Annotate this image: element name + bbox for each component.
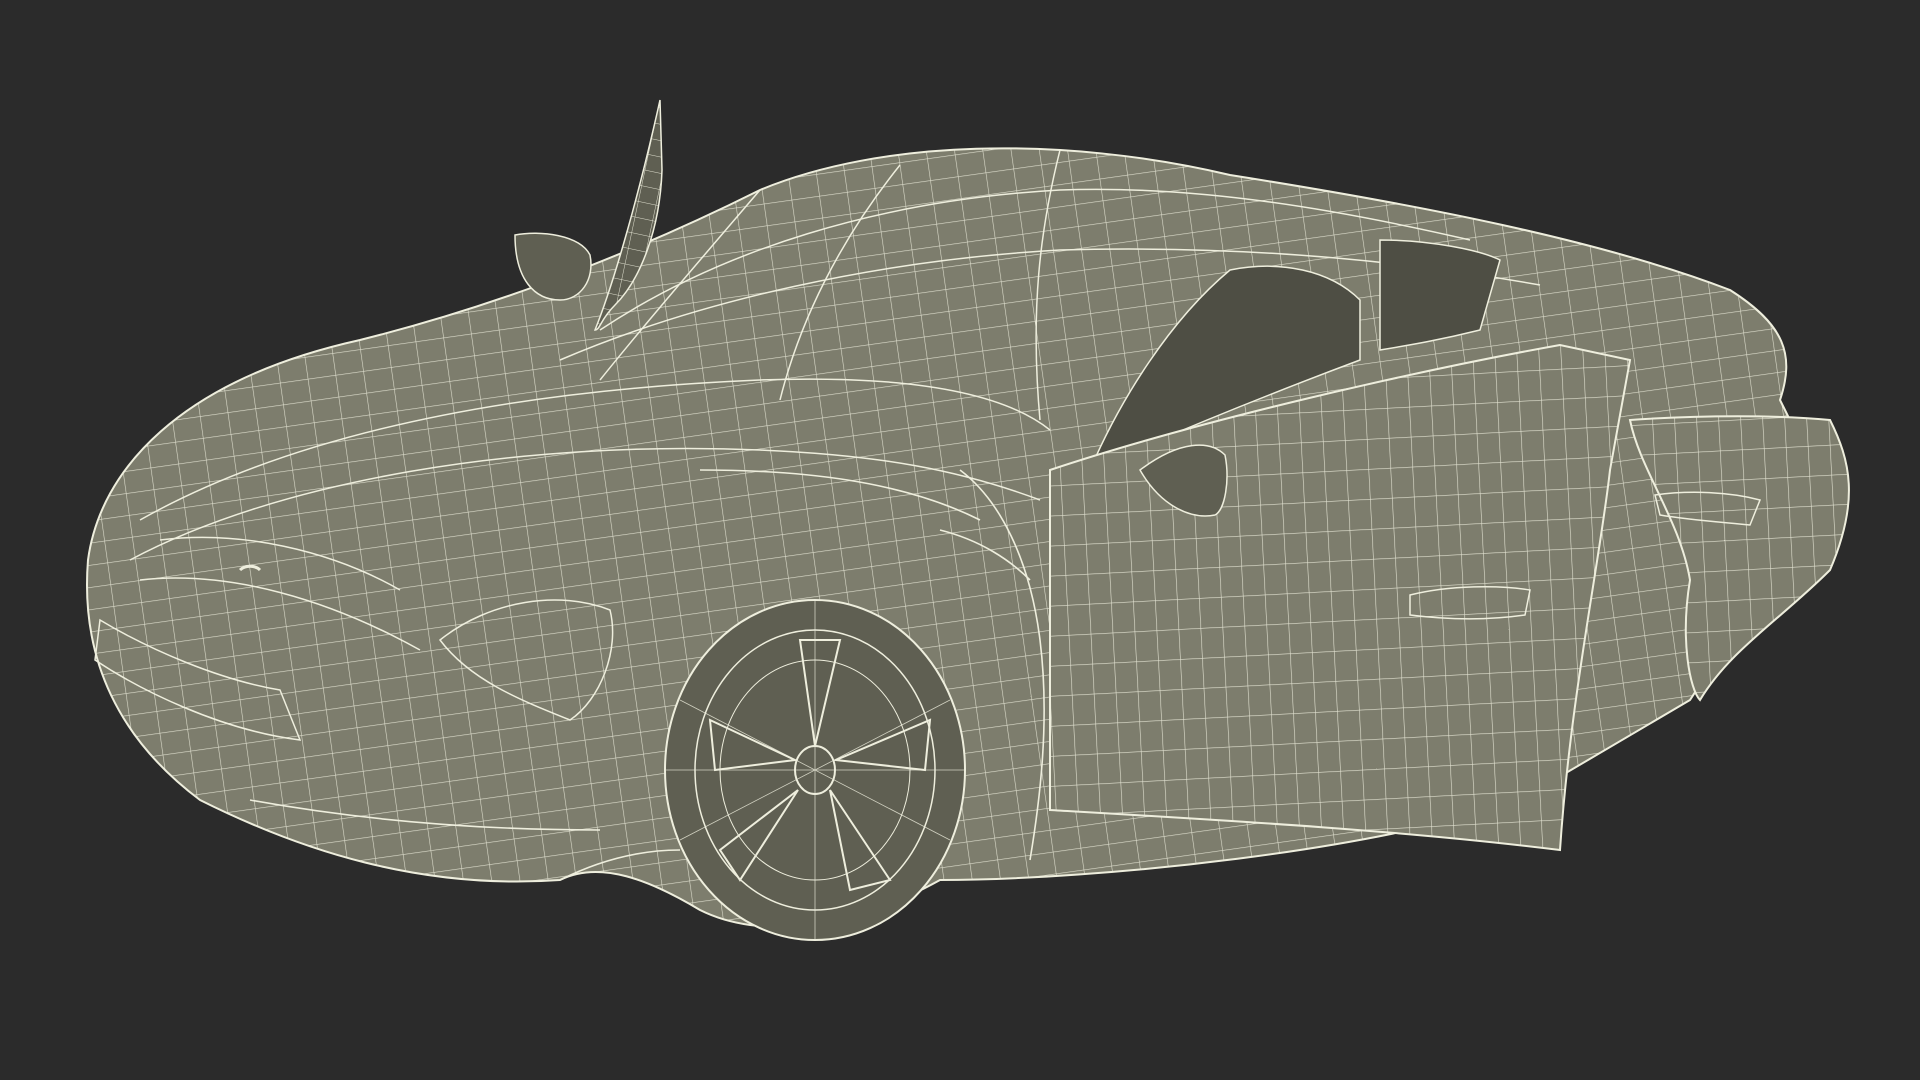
- render-viewport: [0, 0, 1920, 1080]
- wireframe-car-render: [0, 0, 1920, 1080]
- front-wheel: [664, 599, 966, 941]
